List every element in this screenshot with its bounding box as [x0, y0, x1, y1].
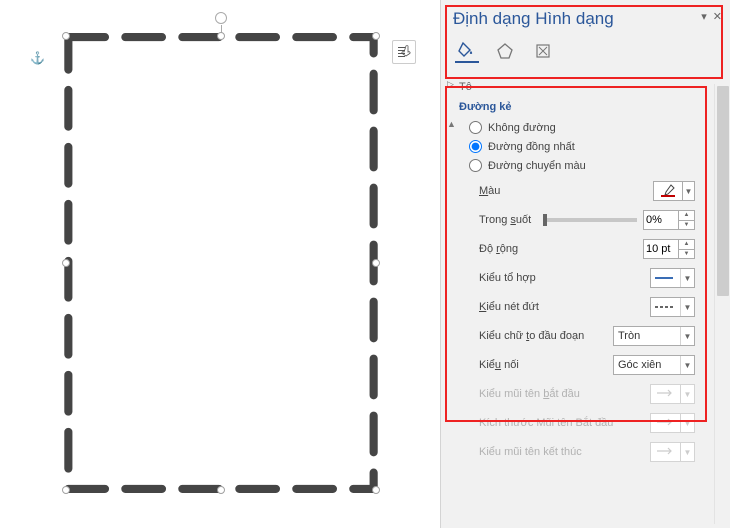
prop-label: Trong suốt [479, 214, 531, 226]
resize-handle[interactable] [217, 32, 225, 40]
width-field[interactable] [644, 240, 678, 258]
resize-handle[interactable] [217, 486, 225, 494]
radio-input[interactable] [469, 121, 482, 134]
layout-options-icon[interactable] [392, 40, 416, 64]
radio-input[interactable] [469, 140, 482, 153]
prop-label: Kiểu mũi tên kết thúc [479, 446, 582, 458]
dropdown-icon[interactable]: ▼ [680, 327, 694, 345]
scrollbar-thumb[interactable] [717, 86, 729, 296]
prop-cap: Kiểu chữ to đầu đoạn Tròn ▼ [479, 325, 695, 347]
prop-arrow-begin: Kiểu mũi tên bắt đầu ▼ [479, 383, 695, 405]
spin-up-icon[interactable]: ▲ [679, 211, 694, 221]
panel-menu-icon[interactable]: ▾ [701, 10, 707, 23]
spin-down-icon[interactable]: ▼ [679, 250, 694, 259]
color-picker-button[interactable]: ▼ [653, 181, 695, 201]
prop-label: Độ rộng [479, 243, 518, 255]
tab-fill-line[interactable] [455, 39, 479, 63]
radio-input[interactable] [469, 159, 482, 172]
transparency-field[interactable] [644, 211, 678, 229]
resize-handle[interactable] [62, 486, 70, 494]
resize-handle[interactable] [62, 259, 70, 267]
spin-down-icon[interactable]: ▼ [679, 221, 694, 230]
chevron-down-icon[interactable]: ▲ [447, 119, 456, 129]
arrow-begin-combo: ▼ [650, 384, 695, 404]
panel-close-icon[interactable]: ✕ [713, 10, 722, 23]
radio-label: Không đường [488, 122, 556, 134]
prop-label: Kiểu nét đứt [479, 301, 539, 313]
join-type-combo[interactable]: Góc xiên ▼ [613, 355, 695, 375]
panel-title: Định dạng Hình dạng [453, 9, 718, 29]
cap-type-combo[interactable]: Tròn ▼ [613, 326, 695, 346]
prop-arrow-begin-size: Kích thước Mũi tên Bắt đầu ▼ [479, 412, 695, 434]
tab-size[interactable] [531, 39, 555, 63]
prop-color: Màu ▼ [479, 180, 695, 202]
width-input[interactable]: ▲▼ [643, 239, 695, 259]
prop-label: àu [488, 185, 500, 197]
dropdown-icon: ▼ [680, 414, 694, 432]
scrollbar[interactable] [714, 84, 730, 524]
spin-up-icon[interactable]: ▲ [679, 240, 694, 250]
anchor-icon: ⚓ [30, 51, 45, 65]
prop-width: Độ rộng ▲▼ [479, 238, 695, 260]
resize-handle[interactable] [62, 32, 70, 40]
transparency-input[interactable]: ▲▼ [643, 210, 695, 230]
prop-label: Kiểu mũi tên bắt đầu [479, 388, 580, 400]
document-canvas: ⚓ [0, 0, 430, 528]
dropdown-icon[interactable]: ▼ [680, 269, 694, 287]
prop-label: Kiểu nối [479, 359, 519, 371]
resize-handle[interactable] [372, 259, 380, 267]
radio-label: Đường đồng nhất [488, 141, 575, 153]
resize-handle[interactable] [372, 32, 380, 40]
section-line[interactable]: Đường kẻ [459, 97, 703, 117]
arrow-end-combo: ▼ [650, 442, 695, 462]
arrow-begin-size-combo: ▼ [650, 413, 695, 433]
transparency-slider[interactable] [545, 218, 637, 222]
prop-label: Kiểu chữ to đầu đoạn [479, 330, 584, 342]
prop-arrow-end: Kiểu mũi tên kết thúc ▼ [479, 441, 695, 463]
prop-dash: Kiểu nét đứt ▼ [479, 296, 695, 318]
combo-value: Tròn [614, 330, 680, 342]
tab-effects[interactable] [493, 39, 517, 63]
prop-compound: Kiểu tổ hợp ▼ [479, 267, 695, 289]
chevron-right-icon[interactable]: ▷ [447, 79, 454, 90]
prop-transparency: Trong suốt ▲▼ [479, 209, 695, 231]
format-shape-panel: Định dạng Hình dạng ▾ ✕ ▷ Tô ▲ Đường kẻ … [440, 0, 730, 528]
compound-type-combo[interactable]: ▼ [650, 268, 695, 288]
prop-label: Kiểu tổ hợp [479, 272, 536, 284]
rotate-handle[interactable] [215, 12, 227, 24]
prop-join: Kiểu nối Góc xiên ▼ [479, 354, 695, 376]
dropdown-icon[interactable]: ▼ [680, 356, 694, 374]
combo-value: Góc xiên [614, 359, 680, 371]
dropdown-icon: ▼ [680, 385, 694, 403]
dropdown-icon[interactable]: ▼ [680, 298, 694, 316]
section-fill[interactable]: Tô [459, 77, 703, 97]
dropdown-icon: ▼ [680, 443, 694, 461]
radio-solid-line[interactable]: Đường đồng nhất [469, 140, 703, 153]
radio-gradient-line[interactable]: Đường chuyển màu [469, 159, 703, 172]
dropdown-icon[interactable]: ▼ [682, 182, 694, 200]
selected-shape[interactable] [62, 32, 380, 494]
dash-type-combo[interactable]: ▼ [650, 297, 695, 317]
radio-label: Đường chuyển màu [488, 160, 586, 172]
rectangle-shape[interactable] [62, 32, 380, 494]
prop-label: Kích thước Mũi tên Bắt đầu [479, 417, 613, 429]
radio-no-line[interactable]: Không đường [469, 121, 703, 134]
resize-handle[interactable] [372, 486, 380, 494]
line-type-group: Không đường Đường đồng nhất Đường chuyển… [459, 117, 703, 178]
